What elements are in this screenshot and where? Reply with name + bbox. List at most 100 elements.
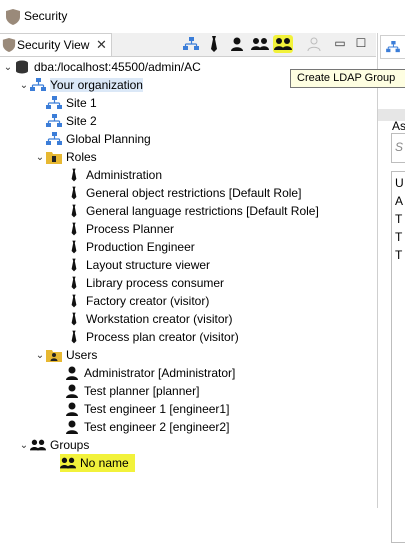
tab-security-view[interactable]: Security View ✕ — [0, 33, 112, 56]
user-icon — [64, 419, 80, 435]
tooltip: Create LDAP Group — [290, 69, 405, 88]
create-user-button[interactable] — [227, 35, 247, 53]
group-icon — [274, 38, 292, 50]
shield-icon — [6, 9, 20, 25]
tree-item-user[interactable]: Test engineer 1 [engineer1] — [64, 400, 229, 418]
tree-item-label: Site 2 — [66, 114, 97, 128]
right-pane: As S U A T T T — [377, 33, 405, 543]
tree-item-label: Users — [66, 348, 98, 362]
tie-icon — [66, 275, 82, 291]
create-site-button[interactable] — [181, 35, 201, 53]
tree-item-label: No name — [80, 456, 129, 470]
tie-icon — [66, 311, 82, 327]
maximize-button[interactable]: ☐ — [354, 36, 368, 50]
right-pane-tab[interactable] — [380, 35, 405, 59]
tree-item-role[interactable]: Administration — [66, 166, 162, 184]
tie-icon — [66, 185, 82, 201]
tree-item-role[interactable]: General language restrictions [Default R… — [66, 202, 319, 220]
list-item: T — [395, 212, 403, 226]
tree-item-role[interactable]: Layout structure viewer — [66, 256, 210, 274]
tree-item-organization[interactable]: ⌄ Your organization — [18, 76, 143, 94]
tie-icon — [66, 221, 82, 237]
folder-icon — [46, 149, 62, 165]
tree-item-role[interactable]: General object restrictions [Default Rol… — [66, 184, 301, 202]
org-icon — [386, 41, 400, 53]
tree-item-user[interactable]: Administrator [Administrator] — [64, 364, 235, 382]
right-pane-label: As — [392, 119, 405, 133]
tree-item-label: Groups — [50, 438, 90, 452]
database-icon — [14, 59, 30, 75]
org-icon — [46, 131, 62, 147]
org-icon — [46, 113, 62, 129]
list-item: T — [395, 248, 403, 262]
tie-icon — [66, 293, 82, 309]
tie-icon — [66, 257, 82, 273]
tree-item-label: Test engineer 2 [engineer2] — [84, 420, 230, 434]
org-icon — [30, 77, 46, 93]
tree-item-label: Administration — [86, 168, 163, 182]
tree-item-label: Process Planner — [86, 222, 175, 236]
tree-item-label: Production Engineer — [86, 240, 195, 254]
chevron-down-icon[interactable]: ⌄ — [18, 80, 30, 91]
window-title: Security — [24, 9, 68, 23]
create-role-button[interactable] — [204, 35, 224, 53]
shield-icon — [2, 38, 16, 52]
tree-item-label: Global Planning — [66, 132, 151, 146]
group-icon — [60, 455, 76, 471]
tree-item-label: Site 1 — [66, 96, 97, 110]
tree-item-role[interactable]: Library process consumer — [66, 274, 224, 292]
tree-item-label: General object restrictions [Default Rol… — [86, 186, 302, 200]
group-icon — [251, 38, 269, 50]
chevron-down-icon[interactable]: ⌄ — [18, 440, 30, 451]
tree-item-site[interactable]: Global Planning — [46, 130, 151, 148]
tie-icon — [211, 36, 217, 52]
tree-item-label: Workstation creator (visitor) — [86, 312, 233, 326]
tree-item-role[interactable]: Production Engineer — [66, 238, 195, 256]
user-icon — [64, 383, 80, 399]
tree-item-role[interactable]: Process Planner — [66, 220, 174, 238]
list-item: T — [395, 230, 403, 244]
tree-item-label: General language restrictions [Default R… — [86, 204, 319, 218]
create-group-button[interactable] — [250, 35, 270, 53]
tie-icon — [66, 203, 82, 219]
tree-item-label: Test engineer 1 [engineer1] — [84, 402, 230, 416]
right-pane-search-field[interactable]: S — [391, 133, 405, 163]
disabled-user-button[interactable] — [304, 35, 324, 53]
org-icon — [183, 37, 199, 50]
list-item: U — [395, 176, 404, 190]
tree-item-user[interactable]: Test planner [planner] — [64, 382, 199, 400]
list-item: A — [395, 194, 404, 208]
tree-item-label: Test planner [planner] — [84, 384, 200, 398]
tree-item-roles-folder[interactable]: ⌄ Roles — [34, 148, 97, 166]
close-icon[interactable]: ✕ — [96, 37, 107, 53]
tree-item-label: Administrator [Administrator] — [84, 366, 236, 380]
tree-item-user[interactable]: Test engineer 2 [engineer2] — [64, 418, 229, 436]
tree-item-label: Process plan creator (visitor) — [86, 330, 239, 344]
tree-item-users-folder[interactable]: ⌄ Users — [34, 346, 98, 364]
chevron-down-icon[interactable]: ⌄ — [2, 62, 14, 73]
user-outline-icon — [307, 37, 321, 51]
chevron-down-icon[interactable]: ⌄ — [34, 350, 46, 361]
tie-icon — [66, 329, 82, 345]
tree-item-role[interactable]: Workstation creator (visitor) — [66, 310, 232, 328]
tree-item-label: Your organization — [50, 78, 143, 92]
tree-item-label: Factory creator (visitor) — [86, 294, 210, 308]
minimize-button[interactable]: ▭ — [333, 36, 347, 50]
tree-item-label: dba:/localhost:45500/admin/AC — [34, 60, 201, 74]
create-ldap-group-button[interactable] — [273, 35, 293, 53]
group-icon — [30, 437, 46, 453]
chevron-down-icon[interactable]: ⌄ — [34, 152, 46, 163]
org-icon — [46, 95, 62, 111]
tree-item-site[interactable]: Site 2 — [46, 112, 97, 130]
tree-item-group[interactable]: No name — [60, 454, 135, 472]
tree-item-connection[interactable]: ⌄ dba:/localhost:45500/admin/AC — [2, 58, 201, 76]
tree-item-role[interactable]: Factory creator (visitor) — [66, 292, 209, 310]
tree-item-site[interactable]: Site 1 — [46, 94, 97, 112]
tree-item-groups-folder[interactable]: ⌄ Groups — [18, 436, 90, 454]
tree-item-role[interactable]: Process plan creator (visitor) — [66, 328, 239, 346]
user-icon — [231, 37, 243, 51]
right-pane-list[interactable]: U A T T T — [391, 171, 405, 543]
tie-icon — [66, 167, 82, 183]
tie-icon — [66, 239, 82, 255]
tree-item-label: Roles — [66, 150, 97, 164]
